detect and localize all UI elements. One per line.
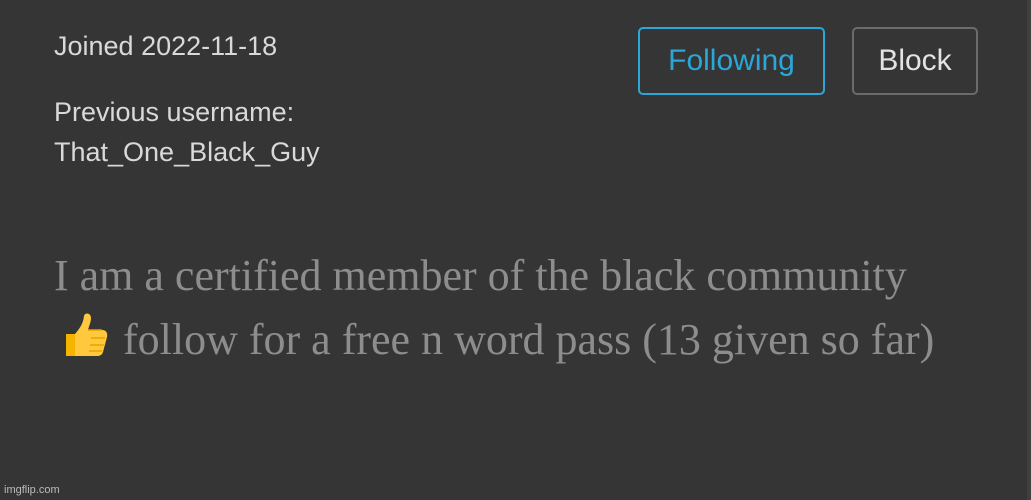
previous-username-label: Previous username: xyxy=(54,97,295,127)
previous-username-value: That_One_Black_Guy xyxy=(54,137,320,167)
scrollbar-edge xyxy=(1027,0,1031,500)
profile-panel: Joined 2022-11-18 Previous username: Tha… xyxy=(0,0,1031,500)
watermark: imgflip.com xyxy=(4,484,60,496)
bio-text-part1: I am a certified member of the black com… xyxy=(54,251,907,300)
block-button[interactable]: Block xyxy=(852,27,978,95)
bio-text-part2: follow for a free n word pass (13 given … xyxy=(123,315,935,364)
following-button[interactable]: Following xyxy=(638,27,825,95)
bio-text: I am a certified member of the black com… xyxy=(54,244,954,378)
thumbs-up-icon xyxy=(58,312,108,378)
joined-date: Joined 2022-11-18 xyxy=(54,31,278,61)
